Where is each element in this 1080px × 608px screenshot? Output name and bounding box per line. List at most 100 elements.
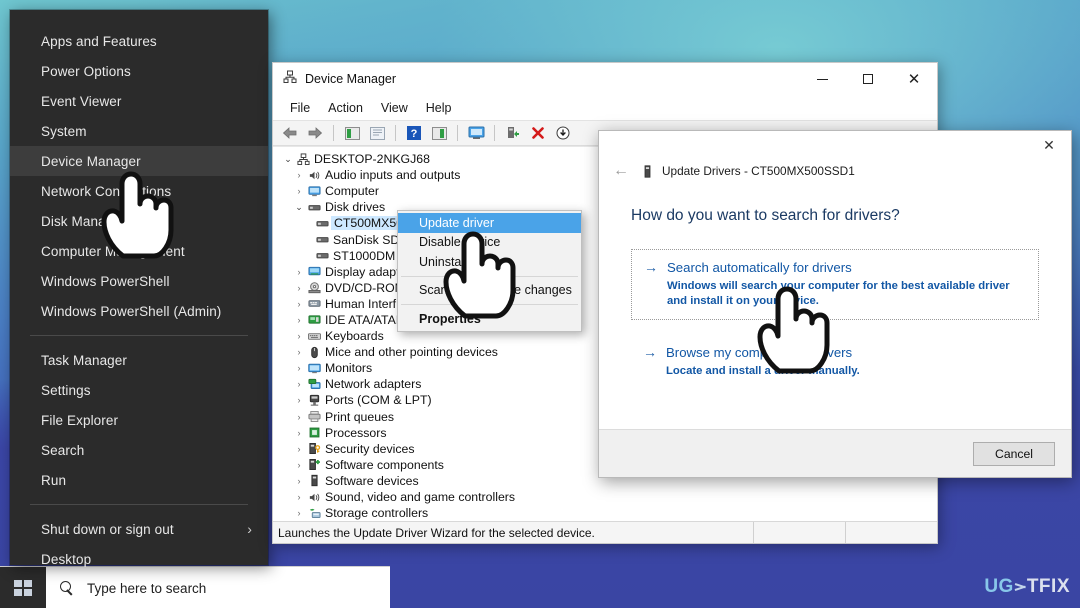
tree-node-label: ST1000DM xyxy=(333,248,396,263)
context-menu-item-disable-device[interactable]: Disable device xyxy=(398,233,581,253)
context-menu-item-scan-for-hardware-changes[interactable]: Scan for hardware changes xyxy=(398,281,581,301)
cancel-button[interactable]: Cancel xyxy=(973,441,1055,466)
minimize-icon[interactable] xyxy=(799,64,845,95)
chevron-right-icon[interactable]: › xyxy=(292,186,306,196)
winx-item-label: Shut down or sign out xyxy=(41,521,174,537)
menu-view[interactable]: View xyxy=(372,101,417,115)
chevron-right-icon[interactable]: › xyxy=(292,428,306,438)
scan-hardware-changes-icon[interactable] xyxy=(465,123,487,143)
winx-item-windows-powershell[interactable]: Windows PowerShell xyxy=(10,266,268,296)
properties-icon[interactable] xyxy=(366,123,388,143)
winx-item-label: Event Viewer xyxy=(41,93,122,109)
svg-text:?: ? xyxy=(411,128,418,140)
winx-item-shut-down-or-sign-out[interactable]: Shut down or sign out › xyxy=(10,514,268,544)
chevron-right-icon[interactable]: › xyxy=(292,299,306,309)
tree-node-storage-controllers[interactable]: › Storage controllers xyxy=(281,505,937,521)
chevron-right-icon[interactable]: › xyxy=(292,508,306,518)
tree-node-label: DESKTOP-2NKGJ68 xyxy=(314,152,430,167)
winx-item-windows-powershell-admin[interactable]: Windows PowerShell (Admin) xyxy=(10,296,268,326)
chevron-right-icon[interactable]: › xyxy=(292,267,306,277)
menu-file[interactable]: File xyxy=(281,101,319,115)
chevron-right-icon[interactable]: › xyxy=(292,492,306,502)
context-menu-item-update-driver[interactable]: Update driver xyxy=(398,213,581,233)
winx-item-apps-and-features[interactable]: Apps and Features xyxy=(10,26,268,56)
option-search-automatically[interactable]: → Search automatically for drivers Windo… xyxy=(631,249,1039,320)
chevron-right-icon[interactable]: › xyxy=(292,170,306,180)
chevron-down-icon[interactable]: ⌄ xyxy=(281,154,295,165)
winx-item-power-options[interactable]: Power Options xyxy=(10,56,268,86)
winx-item-search[interactable]: Search xyxy=(10,435,268,465)
maximize-icon[interactable] xyxy=(845,64,891,95)
back-arrow-icon[interactable]: ← xyxy=(609,161,633,181)
device-manager-menubar: File Action View Help xyxy=(273,95,937,120)
speaker-icon xyxy=(306,169,323,182)
winx-item-file-explorer[interactable]: File Explorer xyxy=(10,405,268,435)
context-menu-separator-2 xyxy=(401,304,578,305)
update-driver-icon[interactable] xyxy=(428,123,450,143)
winx-item-label: Task Manager xyxy=(41,352,127,368)
tree-node-sound-video-and-game-controllers[interactable]: › Sound, video and game controllers xyxy=(281,489,937,505)
option-browse-my-computer[interactable]: → Browse my computer for drivers Locate … xyxy=(631,334,1039,379)
winx-item-run[interactable]: Run xyxy=(10,465,268,495)
update-drivers-question: How do you want to search for drivers? xyxy=(631,207,900,224)
chevron-right-icon[interactable]: › xyxy=(292,395,306,405)
winx-item-task-manager[interactable]: Task Manager xyxy=(10,345,268,375)
option-title[interactable]: Search automatically for drivers xyxy=(667,260,852,275)
winx-item-network-connections[interactable]: Network Connections xyxy=(10,176,268,206)
storage-controller-icon xyxy=(306,507,323,520)
chevron-right-icon[interactable]: › xyxy=(292,283,306,293)
chevron-right-icon[interactable]: › xyxy=(292,347,306,357)
chevron-right-icon[interactable]: › xyxy=(292,412,306,422)
help-icon[interactable]: ? xyxy=(403,123,425,143)
menu-action[interactable]: Action xyxy=(319,101,372,115)
context-menu-item-uninstall[interactable]: Uninstall xyxy=(398,252,581,272)
option-title[interactable]: Browse my computer for drivers xyxy=(666,345,852,360)
chevron-right-icon[interactable]: › xyxy=(292,315,306,325)
update-driver-download-icon[interactable] xyxy=(552,123,574,143)
winx-item-computer-management[interactable]: Computer Management xyxy=(10,236,268,266)
chevron-right-icon[interactable]: › xyxy=(292,460,306,470)
close-icon[interactable]: ✕ xyxy=(891,64,937,95)
menu-help[interactable]: Help xyxy=(417,101,461,115)
sound-controller-icon xyxy=(306,491,323,504)
toolbar-separator-2 xyxy=(395,125,396,141)
chevron-right-icon[interactable]: › xyxy=(292,444,306,454)
winx-item-label: Computer Management xyxy=(41,243,185,259)
update-drivers-header: ← Update Drivers - CT500MX500SSD1 xyxy=(599,159,1071,183)
context-menu-item-properties[interactable]: Properties xyxy=(398,309,581,329)
winx-item-label: Disk Management xyxy=(41,213,152,229)
winx-item-disk-management[interactable]: Disk Management xyxy=(10,206,268,236)
windows-logo-icon xyxy=(14,580,32,596)
tree-node-label: Software devices xyxy=(325,473,419,488)
winx-item-system[interactable]: System xyxy=(10,116,268,146)
forward-arrow-icon[interactable] xyxy=(304,123,326,143)
software-component-icon xyxy=(306,458,323,471)
winx-separator-2 xyxy=(30,504,248,505)
chevron-right-icon[interactable]: › xyxy=(292,363,306,373)
uninstall-device-icon[interactable] xyxy=(527,123,549,143)
show-hidden-devices-icon[interactable] xyxy=(341,123,363,143)
disk-drive-icon xyxy=(314,249,331,262)
tree-node-label: Processors xyxy=(325,425,387,440)
winx-item-label: Windows PowerShell (Admin) xyxy=(41,303,222,319)
chevron-right-icon[interactable]: › xyxy=(292,476,306,486)
device-context-menu: Update driver Disable device Uninstall S… xyxy=(397,210,582,332)
chevron-right-icon[interactable]: › xyxy=(292,379,306,389)
chevron-down-icon[interactable]: ⌄ xyxy=(292,202,306,213)
context-menu-item-label: Properties xyxy=(419,311,481,326)
search-icon xyxy=(60,580,75,596)
tree-node-label: Monitors xyxy=(325,361,373,376)
close-icon[interactable]: ✕ xyxy=(1027,131,1071,159)
chevron-right-icon[interactable]: › xyxy=(292,331,306,341)
winx-item-settings[interactable]: Settings xyxy=(10,375,268,405)
winx-item-desktop[interactable]: Desktop xyxy=(10,544,268,574)
winx-item-label: File Explorer xyxy=(41,412,119,428)
winx-item-device-manager[interactable]: Device Manager xyxy=(10,146,268,176)
enable-device-icon[interactable] xyxy=(502,123,524,143)
winx-item-label: Network Connections xyxy=(41,183,172,199)
back-arrow-icon[interactable] xyxy=(279,123,301,143)
dvd-drive-icon xyxy=(306,281,323,294)
context-menu-item-label: Update driver xyxy=(419,215,495,230)
winx-item-label: Desktop xyxy=(41,551,92,567)
winx-item-event-viewer[interactable]: Event Viewer xyxy=(10,86,268,116)
